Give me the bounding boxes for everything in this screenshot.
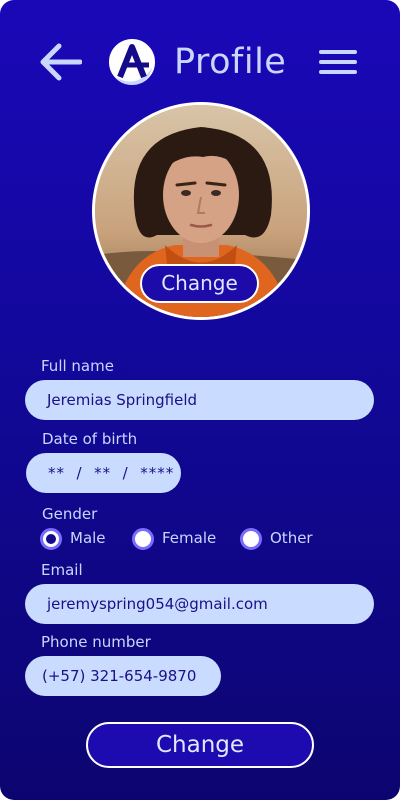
menu-bar <box>319 60 357 64</box>
menu-button[interactable] <box>319 48 357 78</box>
arrow-left-icon <box>40 43 83 81</box>
phone-number-label: Phone number <box>41 633 151 651</box>
date-of-birth-input[interactable]: ** / ** / **** <box>26 453 181 493</box>
profile-screen: Profile Change Full name Jeremias Spring… <box>0 0 400 800</box>
back-button[interactable] <box>38 42 83 82</box>
menu-bar <box>319 70 357 74</box>
radio-unchecked-icon <box>240 528 262 550</box>
date-of-birth-label: Date of birth <box>42 430 138 448</box>
submit-change-button[interactable]: Change <box>86 722 314 768</box>
radio-unchecked-icon <box>132 528 154 550</box>
phone-number-input[interactable]: (+57) 321-654-9870 <box>25 656 221 696</box>
change-photo-button[interactable]: Change <box>140 264 259 303</box>
email-label: Email <box>41 561 83 579</box>
full-name-label: Full name <box>41 357 114 375</box>
app-logo <box>106 37 158 87</box>
gender-label: Gender <box>42 505 98 523</box>
gender-option-label: Female <box>162 529 217 547</box>
menu-bar <box>319 50 357 54</box>
radio-checked-icon <box>40 528 62 550</box>
gender-option-label: Other <box>270 529 313 547</box>
full-name-input[interactable]: Jeremias Springfield <box>25 380 374 420</box>
email-input[interactable]: jeremyspring054@gmail.com <box>25 584 374 624</box>
gender-option-label: Male <box>70 529 106 547</box>
logo-a-icon <box>107 37 157 87</box>
page-title: Profile <box>174 42 287 82</box>
